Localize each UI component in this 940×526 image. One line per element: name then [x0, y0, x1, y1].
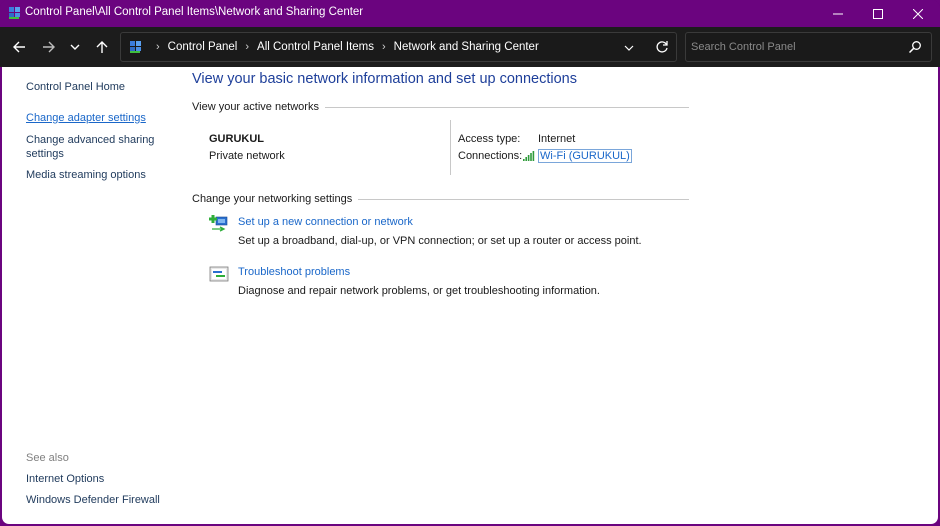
breadcrumb-control-panel[interactable]: Control Panel	[168, 41, 238, 53]
close-button[interactable]	[898, 0, 938, 27]
arrow-left-icon	[13, 41, 25, 53]
connections-label: Connections:	[458, 150, 523, 162]
recent-locations-button[interactable]	[64, 36, 86, 58]
breadcrumb: › Control Panel › All Control Panel Item…	[129, 33, 539, 61]
access-type-value: Internet	[538, 133, 576, 145]
divider	[358, 198, 689, 200]
control-panel-icon	[9, 7, 20, 19]
networking-settings-label: Change your networking settings	[192, 193, 353, 205]
sidebar-item-internet-options[interactable]: Internet Options	[26, 473, 104, 485]
refresh-button[interactable]	[654, 39, 670, 55]
window-title: Control Panel\All Control Panel Items\Ne…	[25, 6, 364, 18]
access-type-label: Access type:	[458, 133, 521, 145]
active-networks-header: View your active networks	[192, 101, 689, 113]
arrow-up-icon	[96, 41, 108, 53]
setup-connection-link[interactable]: Set up a new connection or network	[238, 216, 413, 228]
main-panel: View your basic network information and …	[192, 67, 692, 524]
maximize-button[interactable]	[858, 0, 898, 27]
network-type[interactable]: Private network	[209, 150, 285, 162]
breadcrumb-network-center[interactable]: Network and Sharing Center	[394, 41, 539, 53]
sidebar-item-windows-defender-firewall[interactable]: Windows Defender Firewall	[26, 494, 160, 506]
address-dropdown-button[interactable]	[621, 40, 637, 56]
vertical-divider	[450, 120, 451, 175]
sidebar-item-media-streaming[interactable]: Media streaming options	[26, 169, 146, 181]
see-also-label: See also	[26, 452, 69, 464]
wifi-connection-link[interactable]: Wi-Fi (GURUKUL)	[538, 149, 632, 163]
search-box	[685, 32, 932, 62]
minimize-button[interactable]	[818, 0, 858, 27]
address-bar[interactable]: › Control Panel › All Control Panel Item…	[120, 32, 677, 62]
close-icon	[913, 8, 923, 19]
content-area: Control Panel Home Change adapter settin…	[2, 67, 938, 524]
breadcrumb-separator-icon: ›	[156, 41, 160, 53]
page-title: View your basic network information and …	[192, 71, 578, 87]
maximize-icon	[873, 8, 883, 19]
sidebar-item-change-advanced-sharing[interactable]: Change advanced sharing settings	[26, 133, 156, 161]
networking-settings-header: Change your networking settings	[192, 193, 689, 205]
setup-connection-description: Set up a broadband, dial-up, or VPN conn…	[238, 235, 642, 247]
minimize-icon	[833, 13, 843, 14]
breadcrumb-separator-icon: ›	[382, 41, 386, 53]
active-networks-label: View your active networks	[192, 101, 319, 113]
new-connection-icon	[209, 215, 228, 232]
control-panel-icon	[130, 41, 141, 53]
divider	[324, 106, 689, 108]
sidebar: Control Panel Home Change adapter settin…	[2, 67, 182, 524]
troubleshoot-link[interactable]: Troubleshoot problems	[238, 266, 350, 278]
sidebar-item-change-adapter-settings[interactable]: Change adapter settings	[26, 112, 146, 124]
title-bar: Control Panel\All Control Panel Items\Ne…	[0, 0, 940, 27]
breadcrumb-separator-icon: ›	[245, 41, 250, 53]
forward-button[interactable]	[38, 36, 60, 58]
breadcrumb-all-items[interactable]: All Control Panel Items	[257, 41, 374, 53]
network-name: GURUKUL	[209, 133, 264, 145]
wifi-signal-icon	[523, 151, 535, 161]
search-input[interactable]	[691, 38, 901, 56]
up-button[interactable]	[91, 36, 113, 58]
chevron-down-icon	[624, 45, 634, 51]
sidebar-item-control-panel-home[interactable]: Control Panel Home	[26, 81, 125, 93]
refresh-icon	[656, 41, 668, 53]
troubleshoot-description: Diagnose and repair network problems, or…	[238, 285, 600, 297]
control-panel-window: Control Panel\All Control Panel Items\Ne…	[0, 0, 940, 526]
navigation-bar: › Control Panel › All Control Panel Item…	[0, 27, 940, 67]
troubleshoot-icon	[209, 266, 229, 282]
back-button[interactable]	[8, 36, 30, 58]
search-icon[interactable]	[908, 40, 922, 54]
chevron-down-icon	[70, 44, 80, 50]
arrow-right-icon	[43, 41, 55, 53]
